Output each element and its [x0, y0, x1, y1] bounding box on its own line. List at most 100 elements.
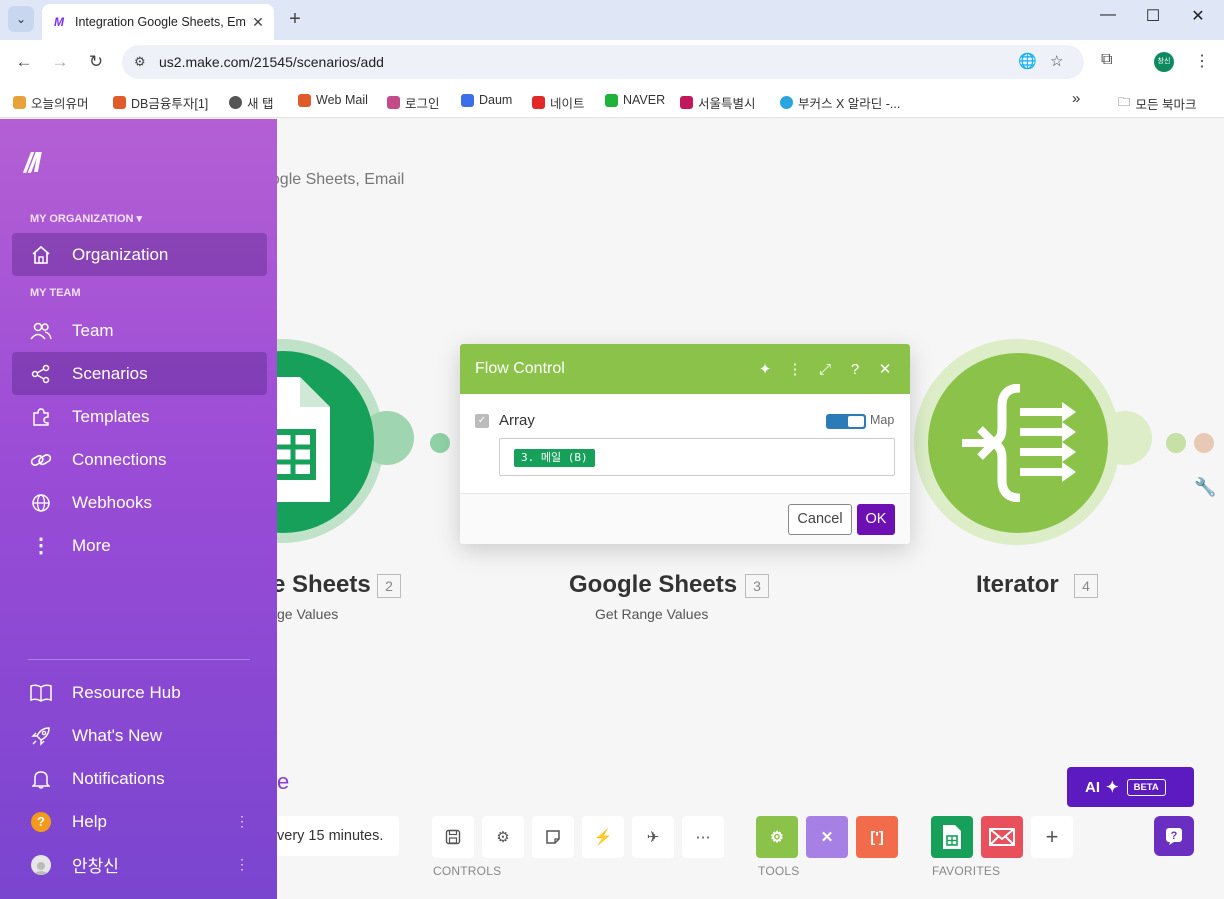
home-icon [30, 244, 52, 266]
sidebar-item-notifications[interactable]: Notifications [12, 757, 267, 800]
bookmark-item[interactable]: DB금융투자[1] [113, 93, 208, 112]
dialog-footer: Cancel OK [460, 493, 910, 544]
tab-title: Integration Google Sheets, Em [75, 15, 246, 29]
team-section-label: MY TEAM [30, 287, 81, 299]
bookmark-star-icon[interactable]: ☆ [1050, 52, 1063, 70]
iterator-name: Iterator [976, 571, 1059, 598]
toggle-knob [848, 416, 864, 427]
connector-dot [1166, 433, 1186, 453]
vertical-dots-icon: ⋮ [31, 535, 51, 557]
favorite-google-sheets-icon[interactable] [931, 816, 973, 858]
help-circle-icon: ? [30, 811, 52, 833]
folder-icon: 🗀 [1118, 95, 1131, 109]
sidebar-item-templates[interactable]: Templates [12, 395, 267, 438]
dialog-close-icon[interactable]: ✕ [870, 360, 900, 378]
airplane-icon[interactable]: ✈ [632, 816, 674, 858]
map-toggle[interactable] [826, 414, 866, 429]
sidebar-item-organization[interactable]: Organization [12, 233, 267, 276]
org-section-label[interactable]: MY ORGANIZATION ▾ [30, 212, 142, 225]
make-logo[interactable]: //l [24, 147, 41, 179]
favorites-label: FAVORITES [932, 864, 1001, 878]
svg-text:?: ? [1171, 830, 1178, 842]
bookmark-favicon-icon [532, 96, 545, 109]
bookmark-item[interactable]: NAVER [605, 93, 665, 107]
schedule-info[interactable]: very 15 minutes. [277, 816, 399, 856]
module-2-name: e Sheets [272, 571, 371, 598]
sidebar-item-user[interactable]: 안창신 ⋮ [12, 843, 267, 886]
address-bar[interactable]: ⚙ us2.make.com/21545/scenarios/add 🌐 ☆ [122, 45, 1084, 79]
add-favorite-icon[interactable]: + [1031, 816, 1073, 858]
translate-icon[interactable]: 🌐 [1018, 52, 1037, 70]
browser-toolbar: ← → ↻ ⚙ us2.make.com/21545/scenarios/add… [0, 40, 1224, 84]
ai-label: AI [1085, 778, 1100, 796]
tools-crossed-icon[interactable]: ✕ [806, 816, 848, 858]
tools-gear-icon[interactable]: ⚙ [756, 816, 798, 858]
ai-sparkle-icon[interactable]: ✦ [750, 360, 780, 378]
sidebar-item-whats-new[interactable]: What's New [12, 714, 267, 757]
tab-close-icon[interactable]: ✕ [250, 14, 266, 31]
array-input[interactable]: 3. 메일 (B) [499, 438, 895, 476]
window-close-button[interactable]: ✕ [1178, 6, 1218, 26]
ai-assistant-button[interactable]: AI ✦ BETA [1067, 767, 1194, 807]
profile-avatar[interactable]: 창신 [1154, 52, 1174, 72]
maximize-button[interactable]: ☐ [1133, 6, 1173, 26]
tab-search-button[interactable]: ⌄ [8, 6, 34, 32]
forward-button[interactable]: → [48, 50, 72, 74]
sidebar-item-resource-hub[interactable]: Resource Hub [12, 671, 267, 714]
bookmark-item[interactable]: 오늘의유머 [13, 93, 89, 112]
all-bookmarks-folder[interactable]: 🗀 모든 북마크 [1118, 93, 1197, 114]
controls-label: CONTROLS [433, 864, 502, 878]
expand-icon[interactable]: ⤢ [810, 361, 840, 378]
sidebar-item-team[interactable]: Team [12, 309, 267, 352]
new-tab-button[interactable]: + [284, 8, 306, 31]
bookmark-item[interactable]: 새 탭 [229, 93, 273, 112]
mapped-value-token[interactable]: 3. 메일 (B) [514, 449, 595, 467]
bookmark-item[interactable]: Daum [461, 93, 512, 107]
reload-button[interactable]: ↻ [84, 50, 108, 74]
bookmark-item[interactable]: 로그인 [387, 93, 440, 112]
sidebar-item-webhooks[interactable]: Webhooks [12, 481, 267, 524]
bookmark-item[interactable]: 서울특별시 [680, 93, 756, 112]
cancel-button[interactable]: Cancel [788, 504, 852, 535]
browser-tab[interactable]: M Integration Google Sheets, Em ✕ [42, 4, 274, 40]
chrome-menu-icon[interactable]: ⋮ [1194, 51, 1210, 71]
bookmark-item[interactable]: 네이트 [532, 93, 585, 112]
sidebar-item-scenarios[interactable]: Scenarios [12, 352, 267, 395]
favorite-email-icon[interactable] [981, 816, 1023, 858]
ok-button[interactable]: OK [857, 504, 895, 535]
more-options-icon[interactable]: ⋮ [780, 360, 810, 378]
browser-tab-bar: ⌄ M Integration Google Sheets, Em ✕ + — … [0, 0, 1224, 40]
sidebar-item-connections[interactable]: Connections [12, 438, 267, 481]
magic-wand-icon[interactable]: ⚡ [582, 816, 624, 858]
settings-gear-icon[interactable]: ⚙ [482, 816, 524, 858]
site-info-icon[interactable]: ⚙ [134, 54, 146, 70]
field-checkbox[interactable]: ✓ [475, 414, 489, 428]
help-more-icon[interactable]: ⋮ [235, 813, 249, 830]
tools-brackets-icon[interactable]: ['] [856, 816, 898, 858]
bookmark-favicon-icon [13, 96, 26, 109]
more-controls-icon[interactable]: ⋯ [682, 816, 724, 858]
back-button[interactable]: ← [12, 50, 36, 74]
help-icon[interactable]: ? [840, 361, 870, 378]
sidebar-item-help[interactable]: ? Help ⋮ [12, 800, 267, 843]
bookmark-favicon-icon [605, 93, 618, 107]
sidebar-item-more[interactable]: ⋮ More [12, 524, 267, 567]
notes-icon[interactable] [532, 816, 574, 858]
help-chat-button[interactable]: ? [1154, 816, 1194, 856]
bookmark-item[interactable]: Web Mail [298, 93, 368, 107]
user-more-icon[interactable]: ⋮ [235, 856, 249, 873]
bookmarks-overflow-icon[interactable]: » [1072, 90, 1080, 107]
array-field-label: Array [499, 412, 535, 429]
module-3-name: Google Sheets [569, 571, 738, 598]
bookmark-item[interactable]: 부커스 X 알라딘 -... [780, 93, 900, 112]
bookmark-favicon-icon [113, 96, 126, 109]
minimize-button[interactable]: — [1088, 6, 1128, 24]
dialog-header: Flow Control ✦ ⋮ ⤢ ? ✕ [460, 344, 910, 394]
iterator-icon [962, 384, 1076, 502]
share-nodes-icon [30, 363, 52, 385]
puzzle-icon [30, 406, 52, 428]
wrench-icon[interactable]: 🔧 [1194, 477, 1216, 498]
extensions-icon[interactable]: ⧉ [1101, 51, 1112, 69]
save-icon[interactable] [432, 816, 474, 858]
scenario-canvas[interactable]: oogle Sheets, Email e Sheets 2 ge Values… [0, 119, 1224, 899]
